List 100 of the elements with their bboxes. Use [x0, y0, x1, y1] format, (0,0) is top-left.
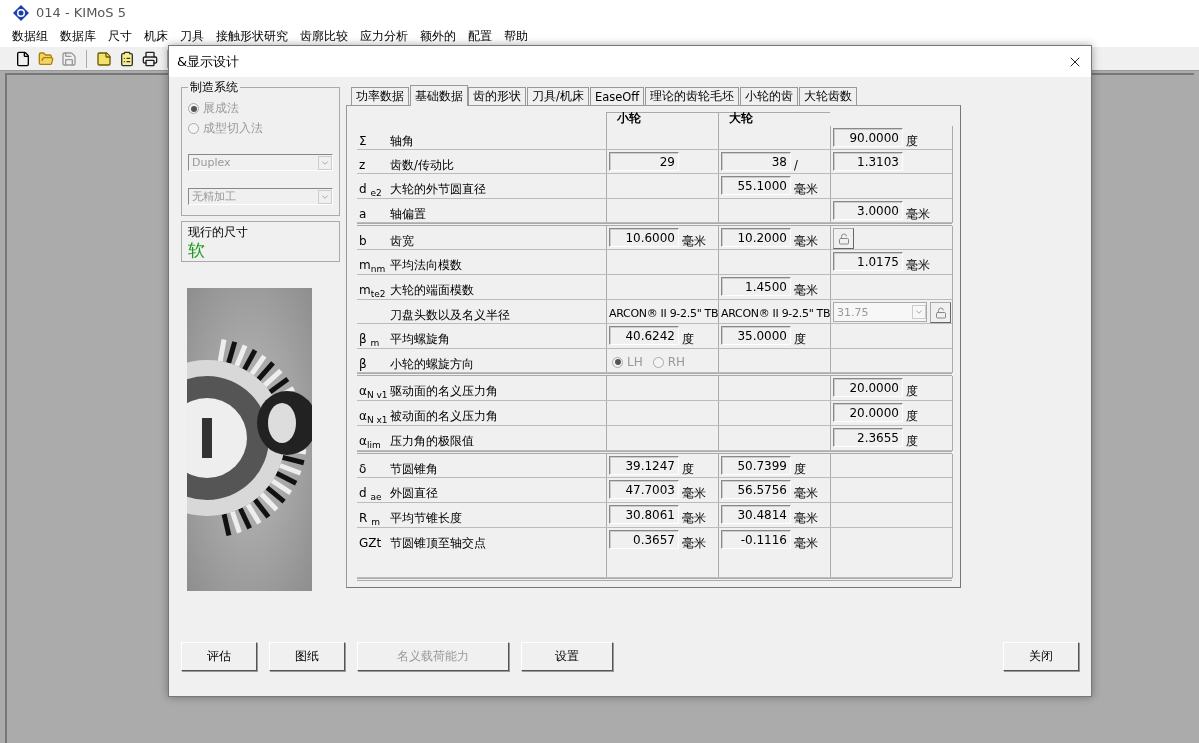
value-field[interactable]: 29: [609, 152, 679, 171]
menu-item[interactable]: 数据组: [6, 27, 54, 45]
value-field[interactable]: 47.7003: [609, 480, 679, 499]
value-field[interactable]: 38: [721, 152, 791, 171]
value-field[interactable]: 0.3657: [609, 530, 679, 549]
value-field[interactable]: 30.8061: [609, 505, 679, 524]
symbol-label: β: [358, 356, 368, 372]
menu-item[interactable]: 接触形状研究: [210, 27, 294, 45]
parameter-label: 平均法向模数: [390, 257, 463, 274]
unit-label: 度: [794, 331, 806, 347]
tab[interactable]: 理论的齿轮毛坯: [645, 87, 740, 105]
parameter-label: 节圆锥角: [390, 461, 439, 477]
tab[interactable]: 基础数据: [410, 85, 468, 106]
value-field[interactable]: 3.0000: [833, 201, 903, 220]
symbol-label: R $_{m}$: [358, 510, 381, 527]
tab[interactable]: 刀具/机床: [527, 87, 589, 105]
menu-item[interactable]: 数据库: [54, 27, 102, 45]
unit-label: 毫米: [794, 181, 818, 197]
printer-icon[interactable]: [141, 49, 159, 68]
parameter-label: 小轮的螺旋方向: [390, 356, 475, 372]
value-field[interactable]: 39.1247: [609, 456, 679, 475]
value-field[interactable]: 50.7399: [721, 456, 791, 475]
cutter-label: ARCON® II 9-2.5" TB: [609, 306, 719, 320]
value-field[interactable]: 2.3655: [833, 428, 903, 447]
note-icon[interactable]: [95, 49, 113, 68]
parameter-label: 大轮的外节圆直径: [390, 181, 487, 198]
menu-item[interactable]: 刀具: [174, 27, 210, 45]
unit-label: 度: [682, 331, 694, 347]
unit-label: 毫米: [682, 233, 706, 249]
menu-item[interactable]: 额外的: [414, 27, 462, 45]
value-field[interactable]: 55.1000: [721, 176, 791, 195]
value-field[interactable]: 1.0175: [833, 252, 903, 271]
menu-item[interactable]: 应力分析: [354, 27, 414, 45]
symbol-label: m$_{te2}$: [358, 282, 387, 299]
menu-item[interactable]: 齿廓比较: [294, 27, 354, 45]
value-field[interactable]: 1.4500: [721, 277, 791, 296]
unit-label: 度: [906, 383, 918, 399]
symbol-label: Σ: [358, 133, 368, 149]
parameter-label: 大轮的端面模数: [390, 282, 475, 299]
unit-label: 毫米: [794, 233, 818, 249]
symbol-label: z: [358, 157, 367, 173]
value-field[interactable]: 20.0000: [833, 403, 903, 422]
tab[interactable]: EaseOff: [589, 87, 645, 105]
symbol-label: α$_{N x1}$: [358, 408, 389, 425]
dialog-button[interactable]: 评估: [181, 642, 257, 671]
lock-button[interactable]: [833, 228, 854, 249]
dialog-button[interactable]: 设置: [521, 642, 613, 671]
menu-item[interactable]: 配置: [462, 27, 498, 45]
tab[interactable]: 大轮齿数: [799, 87, 858, 105]
symbol-label: α$_{lim}$: [358, 433, 382, 450]
unit-label: 度: [906, 433, 918, 449]
symbol-label: b: [358, 233, 368, 249]
value-field[interactable]: 90.0000: [833, 128, 903, 147]
value-field[interactable]: -0.1116: [721, 530, 791, 549]
parameter-label: 轴角: [390, 133, 415, 149]
option-label: LH: [627, 355, 643, 369]
tab[interactable]: 小轮的齿: [740, 87, 799, 105]
value-field[interactable]: 30.4814: [721, 505, 791, 524]
value-field[interactable]: 56.5756: [721, 480, 791, 499]
open-folder-icon[interactable]: [37, 49, 55, 68]
tab[interactable]: 齿的形状: [468, 87, 526, 105]
padlock-icon: [837, 232, 850, 245]
value-field[interactable]: 20.0000: [833, 378, 903, 397]
menu-item[interactable]: 机床: [138, 27, 174, 45]
value-field[interactable]: 1.3103: [833, 152, 903, 171]
group-title: 制造系统: [189, 79, 239, 96]
dialog-button[interactable]: 图纸: [269, 642, 345, 671]
unit-label: 毫米: [682, 535, 706, 551]
menu-item[interactable]: 尺寸: [102, 27, 138, 45]
symbol-label: β $_{m}$: [358, 331, 381, 348]
unit-label: 毫米: [682, 485, 706, 501]
parameter-label: 齿数/传动比: [390, 157, 455, 173]
value-field[interactable]: 40.6242: [609, 326, 679, 345]
menu-item[interactable]: 帮助: [498, 27, 534, 45]
parameter-label: 被动面的名义压力角: [390, 408, 499, 425]
symbol-label: δ: [358, 461, 368, 477]
option-label: RH: [667, 355, 686, 369]
value-field[interactable]: 10.6000: [609, 228, 679, 247]
dialog-title: &显示设计: [177, 52, 240, 71]
lock-button[interactable]: [930, 302, 951, 323]
new-file-icon[interactable]: [14, 49, 32, 68]
unit-label: 度: [906, 133, 918, 149]
size-value: 软: [188, 241, 206, 259]
tab[interactable]: 功率数据: [351, 87, 409, 105]
value-field[interactable]: 35.0000: [721, 326, 791, 345]
column-header: 小轮: [606, 112, 718, 126]
parameter-label: 平均螺旋角: [390, 331, 451, 348]
size-label: 现行的尺寸: [188, 224, 249, 241]
unit-label: 毫米: [794, 510, 818, 526]
unit-label: 度: [906, 408, 918, 424]
unit-label: 毫米: [794, 282, 818, 298]
app-logo-icon: [12, 3, 30, 22]
unit-label: 毫米: [794, 485, 818, 501]
clipboard-icon[interactable]: [118, 49, 136, 68]
close-button[interactable]: 关闭: [1003, 642, 1079, 671]
padlock-icon: [934, 306, 947, 319]
unit-label: /: [794, 157, 798, 172]
parameter-label: 压力角的极限值: [390, 433, 475, 450]
symbol-label: GZt: [358, 535, 383, 552]
value-field[interactable]: 10.2000: [721, 228, 791, 247]
